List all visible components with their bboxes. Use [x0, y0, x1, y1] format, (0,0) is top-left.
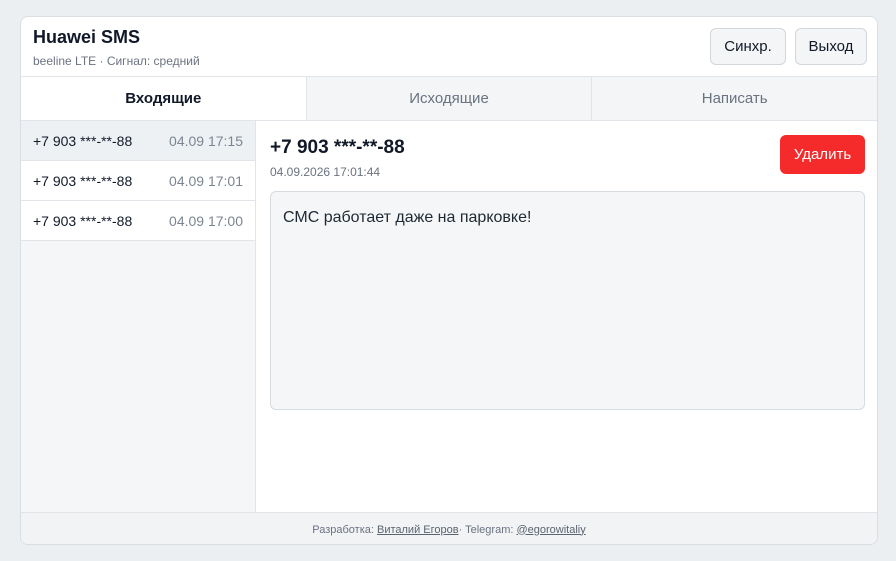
tab-bar: Входящие Исходящие Написать: [21, 77, 877, 121]
message-detail: +7 903 ***-**-88 04.09.2026 17:01:44 Уда…: [256, 121, 877, 512]
list-item-phone: +7 903 ***-**-88: [33, 212, 133, 229]
tab-outbox[interactable]: Исходящие: [305, 77, 592, 120]
app-window: Huawei SMS beeline LTE · Сигнал: средний…: [20, 16, 878, 545]
list-item-phone: +7 903 ***-**-88: [33, 132, 133, 149]
telegram-link[interactable]: @egorowitaliy: [516, 524, 585, 536]
message-list: +7 903 ***-**-88 04.09 17:15 +7 903 ***-…: [21, 121, 256, 512]
footer: Разработка: Виталий Егоров · Telegram: @…: [21, 512, 877, 544]
message-date: 04.09.2026 17:01:44: [270, 165, 381, 179]
message-body: СМС работает даже на парковке!: [270, 191, 865, 410]
developer-link[interactable]: Виталий Егоров: [377, 524, 459, 536]
tab-compose[interactable]: Написать: [591, 77, 877, 120]
list-item[interactable]: +7 903 ***-**-88 04.09 17:15: [21, 121, 255, 161]
network-status: beeline LTE · Сигнал: средний: [33, 54, 200, 68]
list-item-time: 04.09 17:01: [169, 172, 243, 189]
footer-telegram-prefix: · Telegram:: [458, 523, 514, 536]
footer-dev-prefix: Разработка:: [312, 523, 374, 536]
list-item-time: 04.09 17:00: [169, 212, 243, 229]
delete-button[interactable]: Удалить: [780, 135, 865, 174]
tab-inbox[interactable]: Входящие: [21, 77, 306, 120]
sync-button[interactable]: Синхр.: [710, 28, 786, 65]
list-item[interactable]: +7 903 ***-**-88 04.09 17:01: [21, 161, 255, 201]
list-item-phone: +7 903 ***-**-88: [33, 172, 133, 189]
list-item[interactable]: +7 903 ***-**-88 04.09 17:00: [21, 201, 255, 241]
app-header: Huawei SMS beeline LTE · Сигнал: средний…: [21, 17, 877, 77]
exit-button[interactable]: Выход: [795, 28, 867, 65]
list-item-time: 04.09 17:15: [169, 132, 243, 149]
app-title: Huawei SMS: [33, 27, 141, 47]
sender-phone: +7 903 ***-**-88: [270, 137, 405, 158]
